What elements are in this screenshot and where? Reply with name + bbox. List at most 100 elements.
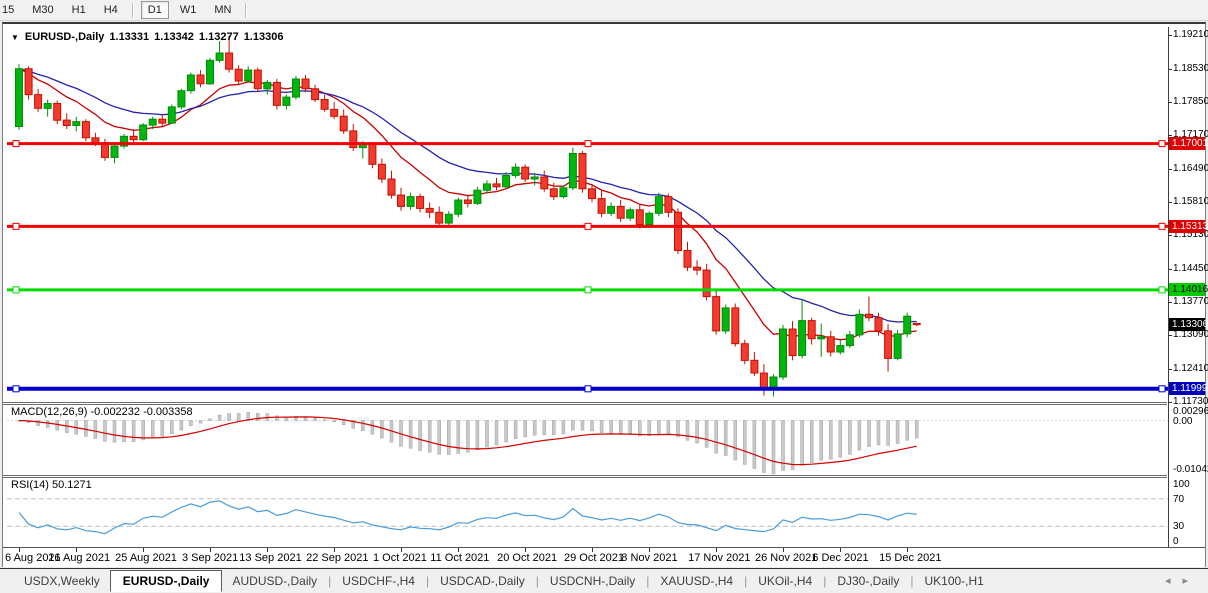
- price-tick: [1168, 168, 1172, 170]
- horizontal-line-1.15313[interactable]: [7, 222, 1168, 230]
- tab-usdx-weekly[interactable]: USDX,Weekly: [14, 570, 110, 592]
- tab-scroll-right-icon[interactable]: ▸: [1182, 575, 1200, 587]
- date-label: 16 Aug 2021: [48, 552, 111, 564]
- line-handle[interactable]: [1158, 140, 1166, 148]
- price-tick-label: 1.19210: [1173, 29, 1208, 41]
- timeframe-button-15[interactable]: 15: [0, 1, 21, 19]
- tab-scroll-arrows: ◂▸: [1165, 574, 1200, 587]
- tab-eurusd-daily[interactable]: EURUSD-,Daily: [109, 570, 223, 592]
- chart-tab-bar: USDX,Weekly EURUSD-,Daily AUDUSD-,Daily | US…: [0, 568, 1208, 593]
- line-handle[interactable]: [584, 140, 592, 148]
- chart-title: ▼ EURUSD-,Daily 1.13331 1.13342 1.13277 …: [11, 31, 283, 43]
- line-handle[interactable]: [12, 385, 20, 393]
- line-handle[interactable]: [584, 222, 592, 230]
- horizontal-line-1.11999[interactable]: [7, 385, 1168, 393]
- date-axis[interactable]: 6 Aug 2021 16 Aug 2021 25 Aug 2021 3 Sep 20…: [3, 548, 1205, 567]
- tab-usdchf-h4[interactable]: USDCHF-,H4: [332, 570, 425, 592]
- price-tick-label: 1.17850: [1173, 96, 1208, 107]
- price-tick-label: 1.16490: [1173, 162, 1208, 174]
- ohlc-open: 1.13331: [109, 31, 150, 43]
- date-label: 11 Oct 2021: [430, 552, 490, 564]
- rsi-axis[interactable]: 100 70 30 0: [1169, 478, 1205, 547]
- date-label: 26 Nov 2021: [755, 552, 818, 564]
- date-label: 3 Sep 2021: [182, 552, 239, 564]
- tab-scroll-left-icon[interactable]: ◂: [1165, 575, 1183, 587]
- toolbar-separator: [131, 2, 134, 18]
- price-tick: [1168, 235, 1172, 237]
- rsi-axis-label: 30: [1173, 521, 1185, 533]
- rsi-value: 50.1271: [51, 479, 92, 491]
- timeframe-toolbar: 15 M30 H1 H4 D1 W1 MN: [0, 0, 1208, 21]
- macd-values: -0.002232 -0.003358: [90, 406, 193, 418]
- line-handle[interactable]: [584, 385, 592, 393]
- price-badge-1.15313: 1.15313: [1169, 219, 1208, 233]
- line-handle[interactable]: [1158, 222, 1166, 230]
- tab-usdcad-daily[interactable]: USDCAD-,Daily: [430, 570, 535, 592]
- tab-dj30-daily[interactable]: DJ30-,Daily: [827, 570, 909, 592]
- price-tick-label: 1.18530: [1173, 62, 1208, 74]
- macd-axis-label: -0.01042: [1173, 464, 1208, 475]
- price-badge-1.13306: 1.13306: [1169, 318, 1208, 332]
- timeframe-button-D1[interactable]: D1: [140, 1, 169, 19]
- price-chart-canvas[interactable]: [7, 27, 1168, 402]
- symbol-dropdown-icon[interactable]: ▼: [11, 33, 19, 42]
- price-tick: [1168, 402, 1172, 403]
- price-tick-label: 1.15810: [1173, 196, 1208, 207]
- tab-audusd-daily[interactable]: AUDUSD-,Daily: [222, 570, 327, 592]
- tab-xauusd-h4[interactable]: XAUUSD-,H4: [650, 570, 743, 592]
- chart-symbol: EURUSD-,Daily: [24, 31, 105, 43]
- price-tick: [1168, 268, 1172, 270]
- line-handle[interactable]: [1158, 385, 1166, 393]
- horizontal-line-1.17001[interactable]: [7, 140, 1168, 148]
- price-tick-label: 1.14450: [1173, 262, 1208, 274]
- tab-ukoil-h4[interactable]: UKOil-,H4: [748, 570, 822, 592]
- price-tick-label: 1.13770: [1173, 296, 1208, 307]
- price-badge-1.17001: 1.17001: [1169, 137, 1208, 151]
- line-handle[interactable]: [12, 286, 20, 294]
- line-handle[interactable]: [584, 286, 592, 294]
- rsi-label: RSI(14) 50.1271: [11, 479, 92, 491]
- rsi-axis-label: 0: [1173, 536, 1179, 547]
- macd-label: MACD(12,26,9) -0.002232 -0.003358: [11, 406, 193, 418]
- price-tick: [1168, 335, 1172, 337]
- macd-axis[interactable]: 0.0029660.00-0.01042: [1169, 405, 1208, 475]
- timeframe-button-H1[interactable]: H1: [65, 1, 93, 19]
- macd-histogram: [17, 412, 919, 475]
- ohlc-high: 1.13342: [154, 31, 194, 43]
- rsi-line: [18, 500, 917, 535]
- price-pane[interactable]: [7, 27, 1168, 402]
- line-handle[interactable]: [1158, 286, 1166, 294]
- rsi-chart-canvas[interactable]: [7, 478, 1168, 547]
- price-tick: [1168, 68, 1172, 70]
- price-tick: [1168, 35, 1172, 37]
- date-label: 17 Nov 2021: [688, 552, 751, 564]
- price-tick: [1168, 368, 1172, 370]
- chart-window[interactable]: ▼ EURUSD-,Daily 1.13331 1.13342 1.13277 …: [2, 22, 1208, 567]
- date-label: 1 Oct 2021: [373, 552, 427, 564]
- timeframe-button-M30[interactable]: M30: [25, 1, 60, 19]
- rsi-axis-label: 100: [1173, 479, 1190, 490]
- ohlc-low: 1.13277: [198, 31, 239, 43]
- line-handle[interactable]: [12, 140, 20, 148]
- price-tick-label: 1.12410: [1173, 362, 1208, 374]
- date-label: 6 Dec 2021: [812, 552, 869, 564]
- date-label: 20 Oct 2021: [497, 552, 558, 564]
- candles: [15, 35, 921, 397]
- rsi-pane[interactable]: [7, 478, 1168, 547]
- horizontal-line-1.14016[interactable]: [7, 286, 1168, 294]
- date-label: 22 Sep 2021: [306, 552, 369, 564]
- date-label: 13 Sep 2021: [239, 552, 302, 564]
- rsi-axis-label: 70: [1173, 493, 1185, 505]
- timeframe-button-H4[interactable]: H4: [97, 1, 125, 19]
- tab-usdcnh-daily[interactable]: USDCNH-,Daily: [540, 570, 645, 592]
- line-handle[interactable]: [12, 222, 20, 230]
- tab-uk100-h1[interactable]: UK100-,H1: [914, 570, 993, 592]
- toolbar-separator: [245, 2, 248, 18]
- date-label: 8 Nov 2021: [621, 552, 678, 564]
- timeframe-button-MN[interactable]: MN: [207, 1, 238, 19]
- ohlc-close: 1.13306: [243, 31, 284, 43]
- timeframe-button-W1[interactable]: W1: [173, 1, 204, 19]
- price-badge-1.11999: 1.11999: [1169, 382, 1207, 396]
- macd-axis-label: 0.00: [1173, 415, 1193, 427]
- price-badge-1.14016: 1.14016: [1169, 283, 1208, 297]
